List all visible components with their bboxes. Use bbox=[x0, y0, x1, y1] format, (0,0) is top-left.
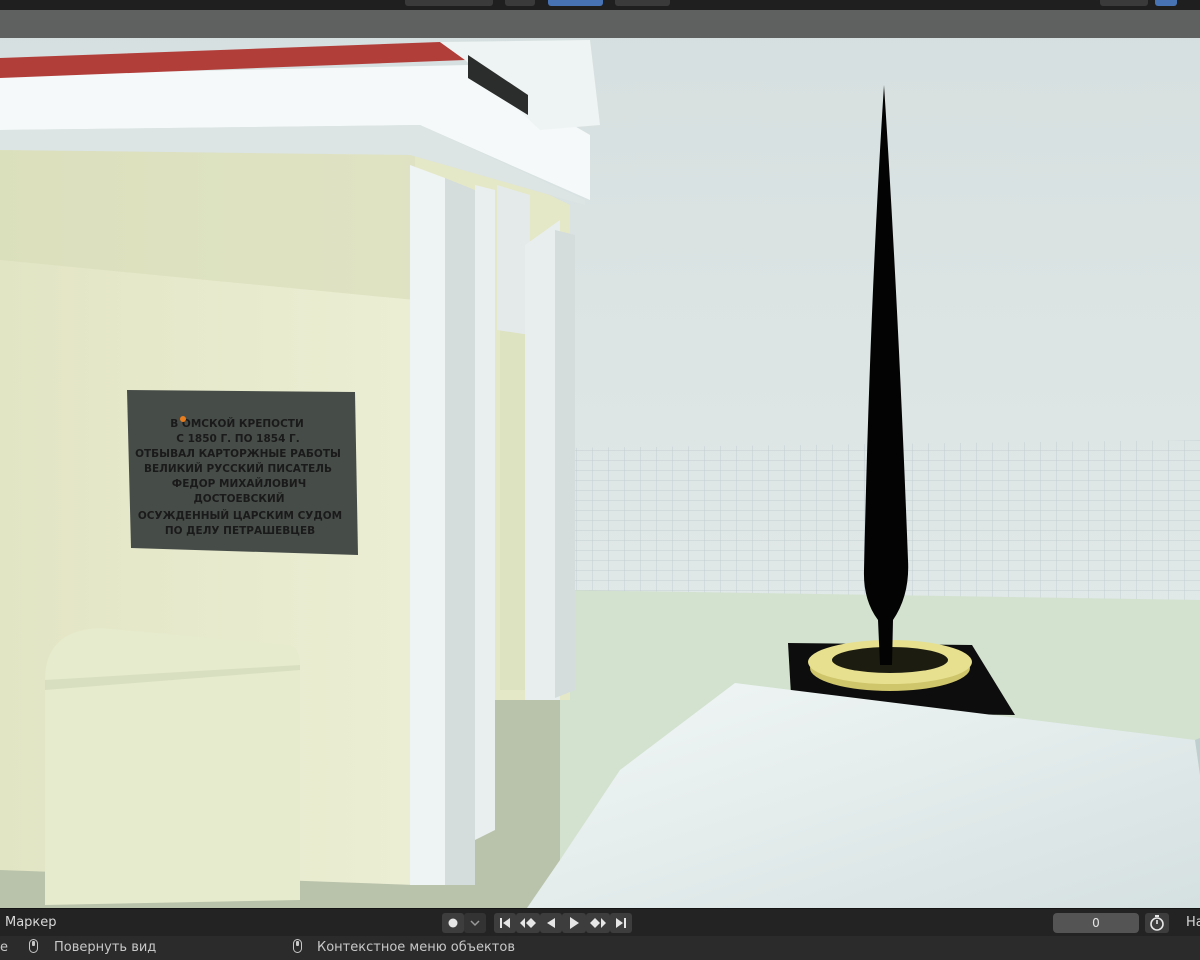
header-active-toggle[interactable] bbox=[548, 0, 603, 6]
plaque-line-1: В ОМСКОЙ КРЕПОСТИ bbox=[170, 417, 304, 430]
jump-start-button[interactable] bbox=[494, 913, 516, 933]
mouse-right-icon bbox=[293, 939, 302, 953]
preview-range-button[interactable] bbox=[1145, 913, 1169, 933]
plaque-line-8: ПО ДЕЛУ ПЕТРАШЕВЦЕВ bbox=[165, 525, 315, 537]
pilaster-2 bbox=[475, 185, 495, 840]
next-keyframe-icon bbox=[590, 918, 606, 928]
3d-viewport[interactable]: В ОМСКОЙ КРЕПОСТИ С 1850 Г. ПО 1854 Г. О… bbox=[0, 10, 1200, 908]
jump-start-icon bbox=[500, 918, 510, 928]
next-keyframe-button[interactable] bbox=[586, 913, 610, 933]
plaque-line-6: ДОСТОЕВСКИЙ bbox=[193, 492, 284, 505]
column-right bbox=[525, 220, 560, 700]
pilaster bbox=[410, 165, 445, 885]
play-reverse-icon bbox=[547, 918, 555, 928]
plaque-line-4: ВЕЛИКИЙ РУССКИЙ ПИСАТЕЛЬ bbox=[144, 462, 332, 475]
viewport-header-overlay bbox=[0, 10, 1200, 38]
stopwatch-icon bbox=[1150, 915, 1164, 931]
current-frame-field[interactable]: 0 bbox=[1053, 913, 1139, 933]
record-icon bbox=[448, 918, 458, 928]
pilaster-side bbox=[445, 178, 475, 885]
plaque-line-5: ФЕДОР МИХАЙЛОВИЧ bbox=[172, 477, 306, 490]
scene-render[interactable]: В ОМСКОЙ КРЕПОСТИ С 1850 Г. ПО 1854 Г. О… bbox=[0, 10, 1200, 908]
keying-dropdown[interactable] bbox=[464, 913, 486, 933]
status-rotate-view: Повернуть вид bbox=[54, 940, 157, 955]
mouse-middle-icon bbox=[29, 939, 38, 953]
header-bar bbox=[0, 0, 1200, 10]
play-button[interactable] bbox=[562, 913, 586, 933]
chevron-down-icon bbox=[470, 920, 480, 927]
status-bar: е Повернуть вид Контекстное меню объекто… bbox=[0, 936, 1200, 960]
marker-menu[interactable]: Маркер bbox=[5, 915, 57, 930]
column-right-edge bbox=[555, 230, 575, 698]
jump-end-icon bbox=[616, 918, 626, 928]
jump-end-button[interactable] bbox=[610, 913, 632, 933]
start-frame-label: На bbox=[1186, 915, 1200, 930]
play-icon bbox=[570, 917, 579, 929]
prev-keyframe-icon bbox=[520, 918, 536, 928]
header-toggle[interactable] bbox=[505, 0, 535, 6]
play-reverse-button[interactable] bbox=[540, 913, 562, 933]
prev-keyframe-button[interactable] bbox=[516, 913, 540, 933]
3d-cursor-icon[interactable] bbox=[180, 416, 186, 422]
header-control[interactable] bbox=[1100, 0, 1148, 6]
timeline-bar: Маркер 0 На bbox=[0, 908, 1200, 937]
header-toggle-2[interactable] bbox=[615, 0, 670, 6]
record-button[interactable] bbox=[442, 913, 464, 933]
header-dropdown[interactable] bbox=[405, 0, 493, 6]
status-truncated-text: е bbox=[0, 940, 8, 955]
plaque-line-3: ОТБЫВАЛ КАРТОРЖНЫЕ РАБОТЫ bbox=[135, 448, 341, 460]
plaque-line-2: С 1850 Г. ПО 1854 Г. bbox=[176, 433, 300, 445]
status-context-menu: Контекстное меню объектов bbox=[317, 940, 515, 955]
header-active-control[interactable] bbox=[1155, 0, 1177, 6]
plaque-line-7: ОСУЖДЕННЫЙ ЦАРСКИМ СУДОМ bbox=[138, 509, 342, 522]
